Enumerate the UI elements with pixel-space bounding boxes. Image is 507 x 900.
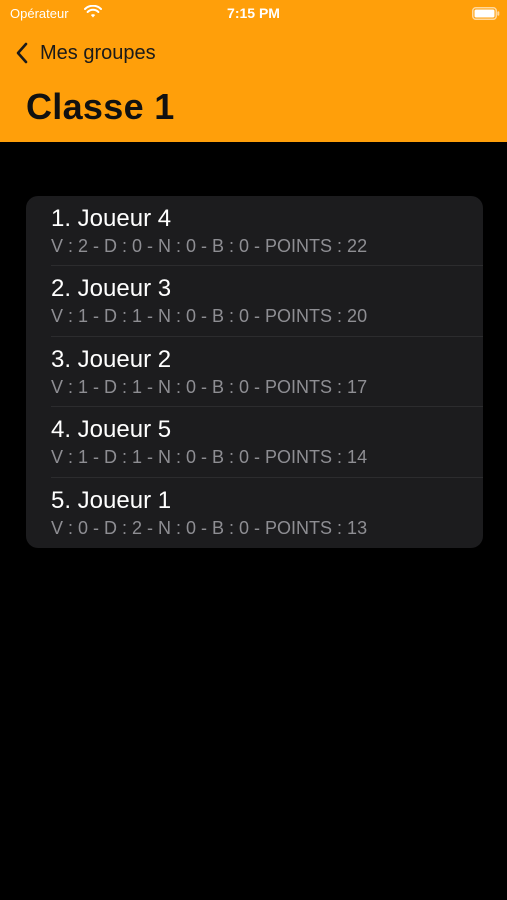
- battery-icon: [472, 7, 500, 20]
- page-title: Classe 1: [26, 86, 175, 127]
- status-bar: Opérateur 7:15 PM: [0, 0, 507, 28]
- list-item[interactable]: 2. Joueur 3 V : 1 - D : 1 - N : 0 - B : …: [26, 266, 483, 337]
- navigation-header: Opérateur 7:15 PM Mes groupes Classe 1: [0, 0, 507, 142]
- list-item[interactable]: 1. Joueur 4 V : 2 - D : 0 - N : 0 - B : …: [26, 196, 483, 267]
- list-item[interactable]: 3. Joueur 2 V : 1 - D : 1 - N : 0 - B : …: [26, 337, 483, 408]
- player-rank-name: 1. Joueur 4: [51, 205, 172, 232]
- ranking-list: 1. Joueur 4 V : 2 - D : 0 - N : 0 - B : …: [26, 196, 483, 548]
- player-stats: V : 1 - D : 1 - N : 0 - B : 0 - POINTS :…: [51, 306, 368, 327]
- list-item[interactable]: 5. Joueur 1 V : 0 - D : 2 - N : 0 - B : …: [26, 478, 483, 548]
- list-item[interactable]: 4. Joueur 5 V : 1 - D : 1 - N : 0 - B : …: [26, 407, 483, 478]
- player-rank-name: 5. Joueur 1: [51, 486, 172, 514]
- player-rank-name: 2. Joueur 3: [51, 275, 172, 303]
- player-stats: V : 0 - D : 2 - N : 0 - B : 0 - POINTS :…: [51, 517, 368, 538]
- chevron-left-icon: [16, 42, 28, 64]
- back-button[interactable]: Mes groupes: [14, 38, 156, 68]
- back-button-label: Mes groupes: [40, 41, 156, 64]
- player-rank-name: 3. Joueur 2: [51, 345, 172, 373]
- player-stats: V : 1 - D : 1 - N : 0 - B : 0 - POINTS :…: [51, 447, 368, 468]
- status-time: 7:15 PM: [227, 5, 280, 21]
- player-stats: V : 2 - D : 0 - N : 0 - B : 0 - POINTS :…: [51, 236, 368, 256]
- player-stats: V : 1 - D : 1 - N : 0 - B : 0 - POINTS :…: [51, 376, 368, 397]
- player-rank-name: 4. Joueur 5: [51, 416, 172, 444]
